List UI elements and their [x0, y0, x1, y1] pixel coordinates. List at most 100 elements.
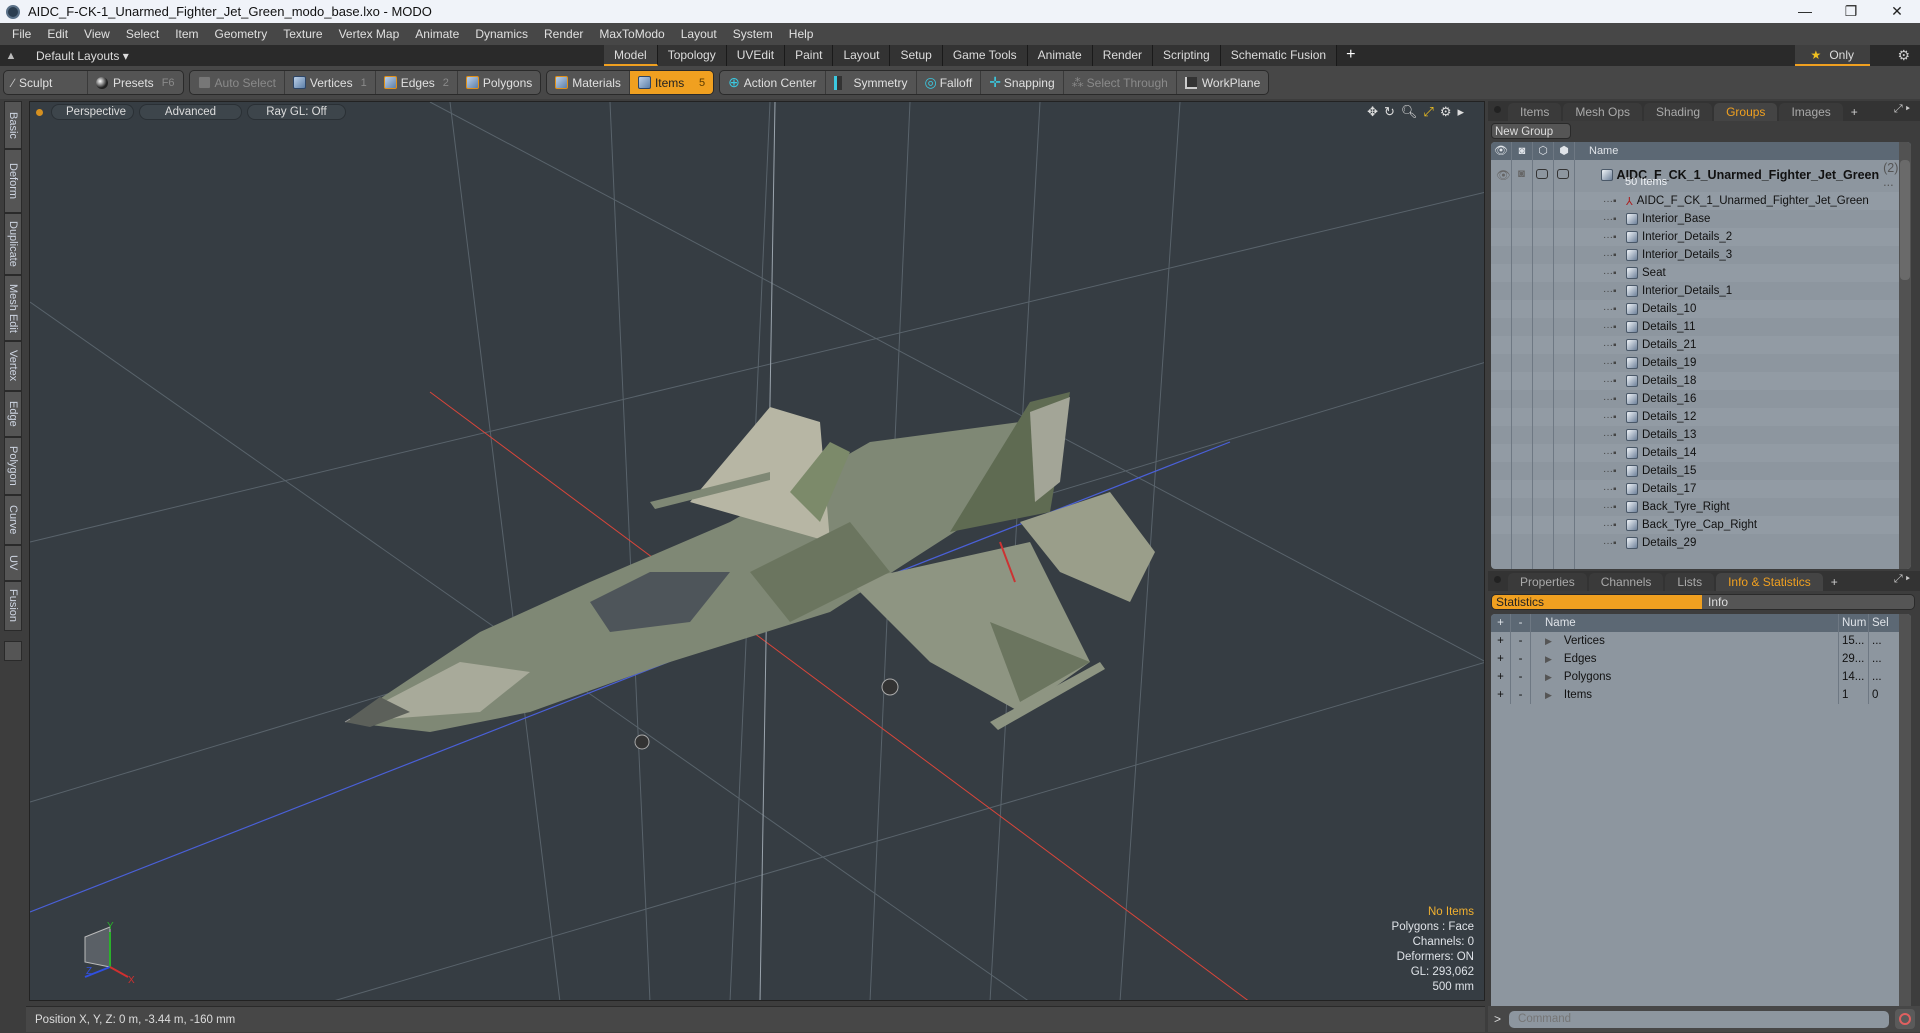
layout-tab-game-tools[interactable]: Game Tools — [942, 45, 1028, 66]
menu-render[interactable]: Render — [536, 27, 591, 41]
menu-system[interactable]: System — [725, 27, 781, 41]
group-item-row[interactable]: ···▪ Details_11 — [1491, 318, 1911, 336]
tab-groups[interactable]: Groups — [1714, 103, 1778, 121]
symmetry-button[interactable]: Symmetry — [826, 71, 917, 94]
remove-selection-button[interactable]: - — [1511, 686, 1531, 704]
select-through-button[interactable]: ⁂ Select Through — [1064, 71, 1177, 94]
select-toggle[interactable] — [1557, 169, 1569, 179]
zoom-icon[interactable]: 🔍︎ — [1401, 104, 1418, 120]
tab-images[interactable]: Images — [1779, 103, 1843, 121]
render-column-icon[interactable]: ◙ — [1512, 142, 1533, 160]
add-all-header[interactable]: + — [1491, 614, 1511, 632]
default-layouts-dropdown[interactable]: Default Layouts ▾ — [36, 49, 129, 63]
menu-dynamics[interactable]: Dynamics — [467, 27, 536, 41]
statistics-scrollbar[interactable] — [1899, 614, 1911, 1022]
scene-canvas[interactable]: Y Z X — [30, 102, 1485, 1001]
expand-arrow-icon[interactable]: ▶ — [1545, 654, 1552, 664]
side-tab-fusion[interactable]: Fusion — [4, 581, 22, 631]
layout-tab-uvedit[interactable]: UVEdit — [726, 45, 786, 66]
command-input[interactable] — [1509, 1010, 1890, 1028]
group-item-row[interactable]: ···▪ Details_13 — [1491, 426, 1911, 444]
layout-tab-paint[interactable]: Paint — [785, 45, 834, 66]
add-layout-tab-button[interactable]: + — [1337, 45, 1364, 66]
tab-info-statistics[interactable]: Info & Statistics — [1716, 573, 1823, 591]
expand-arrow-icon[interactable]: ▶ — [1545, 636, 1552, 646]
side-tab-uv[interactable]: UV — [4, 545, 22, 581]
add-tab-button[interactable]: + — [1845, 103, 1864, 121]
tab-items[interactable]: Items — [1508, 103, 1562, 121]
menu-select[interactable]: Select — [118, 27, 167, 41]
gear-icon[interactable]: ⚙ — [1897, 45, 1910, 66]
group-root-row[interactable]: 👁︎ ◙ AIDC_F_CK_1_Unarmed_Fighter_Jet_Gre… — [1491, 160, 1911, 192]
panel-menu-dot-icon[interactable] — [1494, 576, 1501, 583]
side-tab-extra[interactable] — [4, 641, 22, 661]
visibility-toggle[interactable]: 👁︎ — [1496, 168, 1511, 182]
add-tab-button[interactable]: + — [1825, 573, 1844, 591]
collapse-arrow-icon[interactable]: ▲ — [0, 50, 22, 62]
menu-item[interactable]: Item — [167, 27, 206, 41]
raygl-dropdown[interactable]: Ray GL: Off — [247, 104, 346, 120]
group-item-row[interactable]: ···▪ Details_29 — [1491, 534, 1911, 552]
side-tab-basic[interactable]: Basic — [4, 101, 22, 149]
menu-view[interactable]: View — [76, 27, 118, 41]
group-item-row[interactable]: ···▪ ⅄ AIDC_F_CK_1_Unarmed_Fighter_Jet_Gre… — [1491, 192, 1911, 210]
expand-panel-icon[interactable]: ⤢ ▸ — [1894, 103, 1910, 116]
tab-mesh-ops[interactable]: Mesh Ops — [1563, 103, 1643, 121]
group-item-row[interactable]: ···▪ Details_19 — [1491, 354, 1911, 372]
new-group-button[interactable]: New Group — [1491, 123, 1571, 139]
close-button[interactable]: ✕ — [1874, 0, 1920, 23]
expand-panel-icon[interactable]: ⤢ ▸ — [1894, 573, 1910, 586]
layout-tab-model[interactable]: Model — [604, 45, 658, 66]
layout-tab-schematic-fusion[interactable]: Schematic Fusion — [1220, 45, 1338, 66]
action-center-button[interactable]: ⊕ Action Center — [720, 71, 826, 94]
menu-file[interactable]: File — [4, 27, 39, 41]
group-item-row[interactable]: ···▪ Interior_Details_3 — [1491, 246, 1911, 264]
layout-tab-animate[interactable]: Animate — [1027, 45, 1093, 66]
minimize-button[interactable]: — — [1782, 0, 1828, 23]
group-item-row[interactable]: ···▪ Details_14 — [1491, 444, 1911, 462]
3d-viewport[interactable]: Y Z X Perspective Advanced Ray GL: Off ✥… — [29, 101, 1485, 1001]
menu-maxtomodo[interactable]: MaxToModo — [591, 27, 672, 41]
remove-selection-button[interactable]: - — [1511, 668, 1531, 686]
group-item-row[interactable]: ···▪ Interior_Base — [1491, 210, 1911, 228]
select-column-icon[interactable]: ⬢ — [1554, 142, 1575, 160]
layout-tab-setup[interactable]: Setup — [890, 45, 943, 66]
group-item-row[interactable]: ···▪ Details_10 — [1491, 300, 1911, 318]
side-tab-edge[interactable]: Edge — [4, 391, 22, 437]
materials-button[interactable]: Materials — [547, 71, 630, 94]
visibility-column-icon[interactable]: 👁︎ — [1491, 142, 1512, 160]
items-button[interactable]: Items 5 — [629, 71, 714, 94]
only-toggle[interactable]: ★ Only — [1794, 45, 1870, 66]
name-column-header[interactable]: Name — [1575, 142, 1618, 160]
side-tab-vertex[interactable]: Vertex — [4, 341, 22, 391]
group-item-row[interactable]: ···▪ Seat — [1491, 264, 1911, 282]
tab-channels[interactable]: Channels — [1588, 573, 1664, 591]
add-selection-button[interactable]: + — [1491, 668, 1511, 686]
group-item-row[interactable]: ···▪ Details_18 — [1491, 372, 1911, 390]
workplane-button[interactable]: WorkPlane — [1177, 71, 1268, 94]
add-selection-button[interactable]: + — [1491, 650, 1511, 668]
menu-geometry[interactable]: Geometry — [207, 27, 276, 41]
layout-tab-scripting[interactable]: Scripting — [1153, 45, 1221, 66]
statistics-row[interactable]: + - ▶ Vertices 15...... — [1491, 632, 1911, 650]
group-item-row[interactable]: ···▪ Interior_Details_2 — [1491, 228, 1911, 246]
info-tab[interactable]: Info — [1702, 595, 1914, 609]
tab-properties[interactable]: Properties — [1508, 573, 1587, 591]
side-tab-curve[interactable]: Curve — [4, 495, 22, 545]
remove-selection-button[interactable]: - — [1511, 650, 1531, 668]
maximize-button[interactable]: ❐ — [1828, 0, 1874, 23]
side-tab-mesh-edit[interactable]: Mesh Edit — [4, 275, 22, 341]
view-type-dropdown[interactable]: Perspective — [51, 104, 134, 120]
statistics-row[interactable]: + - ▶ Edges 29...... — [1491, 650, 1911, 668]
layout-tab-layout[interactable]: Layout — [833, 45, 891, 66]
groups-scrollbar[interactable] — [1899, 142, 1911, 569]
tab-shading[interactable]: Shading — [1644, 103, 1713, 121]
viewport-settings-icon[interactable]: ⚙ — [1440, 104, 1452, 120]
layout-tab-topology[interactable]: Topology — [657, 45, 727, 66]
group-item-row[interactable]: ···▪ Details_16 — [1491, 390, 1911, 408]
sculpt-button[interactable]: ∕ Sculpt — [4, 71, 88, 94]
statistics-row[interactable]: + - ▶ Items 1 0 — [1491, 686, 1911, 704]
add-selection-button[interactable]: + — [1491, 632, 1511, 650]
polygons-button[interactable]: Polygons — [458, 71, 540, 94]
group-item-row[interactable]: ···▪ Details_12 — [1491, 408, 1911, 426]
